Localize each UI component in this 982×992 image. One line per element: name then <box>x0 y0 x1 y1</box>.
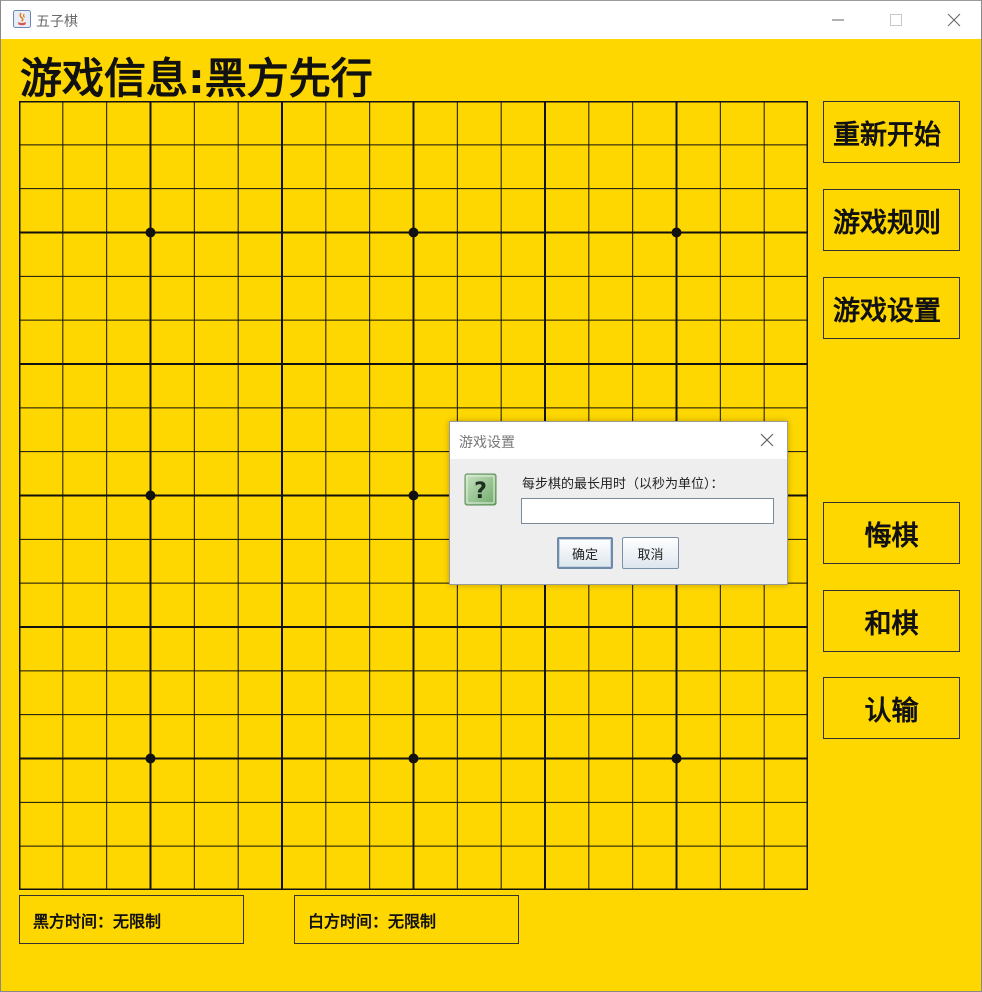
game-info-label: 游戏信息:黑方先行 <box>20 54 373 103</box>
star-point <box>408 753 419 764</box>
dialog-message: 每步棋的最长用时（以秒为单位）： <box>522 477 724 492</box>
svg-text:?: ? <box>474 479 487 504</box>
star-point <box>145 490 156 501</box>
minimize-icon <box>832 19 844 21</box>
maximize-button[interactable] <box>867 1 925 39</box>
draw-button[interactable]: 和棋 <box>823 590 960 652</box>
white-timer: 白方时间：无限制 <box>294 895 519 944</box>
close-icon <box>947 13 961 27</box>
maximize-icon <box>890 14 902 26</box>
dialog-title: 游戏设置 <box>459 435 515 451</box>
star-point <box>408 227 419 238</box>
star-point <box>145 227 156 238</box>
window-title: 五子棋 <box>36 14 78 30</box>
star-point <box>145 753 156 764</box>
rules-button[interactable]: 游戏规则 <box>823 189 960 251</box>
star-point <box>408 490 419 501</box>
dialog-close-icon[interactable] <box>757 430 777 450</box>
dialog-title-bar[interactable]: 游戏设置 <box>450 422 787 459</box>
title-bar[interactable]: 五子棋 <box>1 0 981 39</box>
max-time-input[interactable] <box>521 498 774 524</box>
minimize-button[interactable] <box>809 1 867 39</box>
settings-button[interactable]: 游戏设置 <box>823 277 960 339</box>
ok-button[interactable]: 确定 <box>557 537 613 569</box>
cancel-button[interactable]: 取消 <box>622 537 679 569</box>
settings-dialog: 游戏设置 ? 每步棋的最长用时（以秒为单位）： 确定 取消 <box>449 421 788 585</box>
star-point <box>671 227 682 238</box>
close-button[interactable] <box>925 1 982 39</box>
resign-button[interactable]: 认输 <box>823 677 960 739</box>
black-timer: 黑方时间：无限制 <box>19 895 244 944</box>
java-app-icon <box>13 10 31 28</box>
restart-button[interactable]: 重新开始 <box>823 101 960 163</box>
undo-button[interactable]: 悔棋 <box>823 502 960 564</box>
star-point <box>671 753 682 764</box>
app-window: 五子棋 游戏信息:黑方先行 重新开始 游戏规则 游戏设置 悔棋 和棋 认输 黑方… <box>0 0 982 992</box>
question-icon: ? <box>464 473 497 506</box>
